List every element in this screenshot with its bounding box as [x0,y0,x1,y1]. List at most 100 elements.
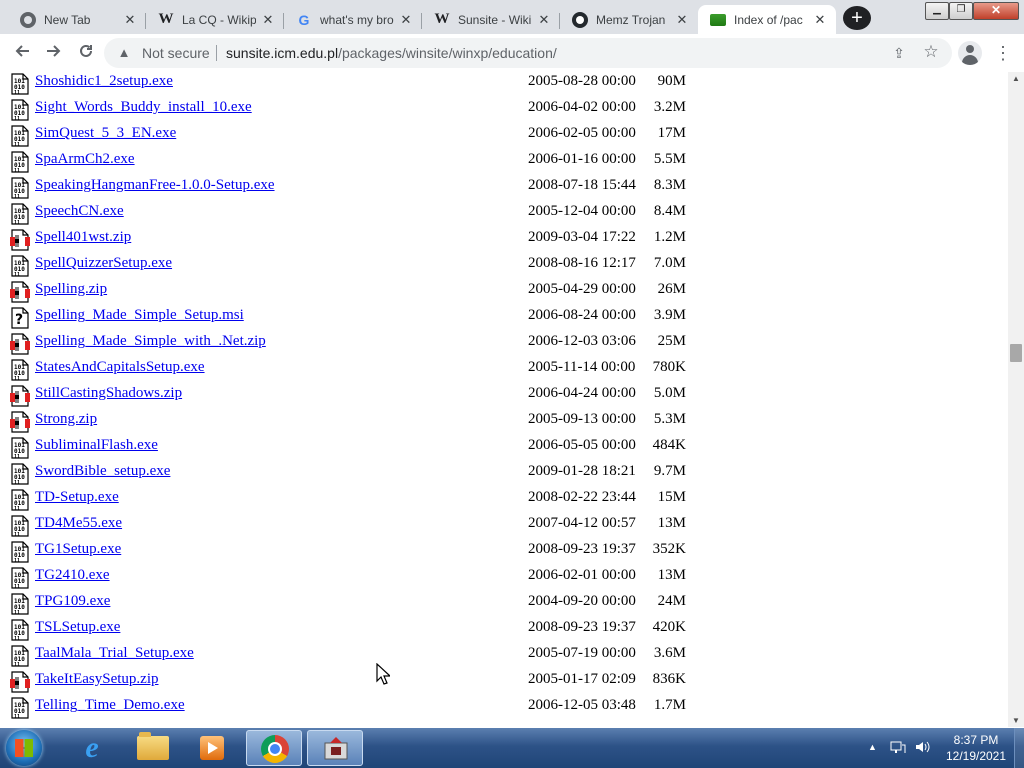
file-date: 2006-04-02 00:00 [528,99,636,115]
taskbar-file-explorer[interactable] [125,730,181,766]
bookmark-star-icon[interactable]: ☆ [922,43,940,61]
application-icon [324,737,348,760]
tab-1[interactable]: W La CQ - Wikip ✕ [146,5,284,34]
vertical-scrollbar[interactable]: ▲ ▼ [1008,72,1024,727]
file-link[interactable]: SwordBible_setup.exe [35,463,170,480]
file-link[interactable]: TPG109.exe [35,593,110,610]
wikipedia-icon: W [158,11,174,27]
file-size: 5.5M [653,151,686,167]
tab-close-icon[interactable]: ✕ [122,12,138,28]
file-link[interactable]: TD-Setup.exe [35,489,119,506]
reload-button[interactable] [74,41,98,65]
svg-text:11: 11 [14,376,20,381]
file-link[interactable]: TG1Setup.exe [35,541,121,558]
file-link[interactable]: Spelling.zip [35,281,107,298]
svg-text:11: 11 [14,636,20,641]
file-link[interactable]: Spelling_Made_Simple_Setup.msi [35,307,244,324]
file-link[interactable]: StillCastingShadows.zip [35,385,182,402]
file-size: 24M [657,593,686,609]
taskbar-chrome[interactable] [246,730,302,766]
forward-button[interactable] [42,41,66,65]
file-link[interactable]: SpaArmCh2.exe [35,151,135,168]
security-label[interactable]: Not secure [142,45,210,61]
file-link[interactable]: Sight_Words_Buddy_install_10.exe [35,99,252,116]
file-link[interactable]: TaalMala_Trial_Setup.exe [35,645,194,662]
svg-text:11: 11 [14,610,20,615]
address-bar[interactable]: ▲ Not secure sunsite.icm.edu.pl/packages… [104,38,952,68]
share-icon[interactable]: ⇪ [890,44,908,62]
file-link[interactable]: TakeItEasySetup.zip [35,671,159,688]
tab-2[interactable]: Gwhat's my bro ✕ [284,5,422,34]
forward-arrow-icon [47,45,61,57]
file-date: 2006-04-24 00:00 [528,385,636,401]
minimize-button[interactable]: ▁ [925,2,949,20]
binary-file-icon: 10101011 [11,489,29,511]
file-row: 101 010 11 Sight_Words_Buddy_install_10.exe… [0,96,1008,122]
file-link[interactable]: StatesAndCapitalsSetup.exe [35,359,205,376]
taskbar-internet-explorer[interactable]: e [64,730,120,766]
svg-text:?: ? [15,312,23,328]
tab-5[interactable]: Index of /pac ✕ [698,5,836,34]
file-link[interactable]: Spelling_Made_Simple_with_.Net.zip [35,333,266,350]
file-link[interactable]: SpeakingHangmanFree-1.0.0-Setup.exe [35,177,275,194]
close-window-button[interactable]: ✕ [973,2,1019,20]
file-size: 15M [657,489,686,505]
scroll-down-arrow-icon[interactable]: ▼ [1012,716,1020,725]
tab-close-icon[interactable]: ✕ [536,12,552,28]
file-size: 3.2M [653,99,686,115]
warning-icon[interactable]: ▲ [116,45,132,61]
profile-icon[interactable] [958,41,982,65]
tab-close-icon[interactable]: ✕ [260,12,276,28]
file-date: 2006-01-16 00:00 [528,151,636,167]
file-row: 101 010 11 SpeechCN.exe 2005-12-04 00:00 8.4M [0,200,1008,226]
file-link[interactable]: Telling_Time_Demo.exe [35,697,185,714]
file-link[interactable]: Shoshidic1_2setup.exe [35,73,173,90]
taskbar-media-player[interactable] [184,730,240,766]
tab-title: New Tab [44,12,91,27]
start-button[interactable] [6,730,42,766]
file-link[interactable]: SpeechCN.exe [35,203,124,220]
taskbar-application[interactable] [307,730,363,766]
maximize-button[interactable]: ❐ [949,2,973,20]
file-link[interactable]: TD4Me55.exe [35,515,122,532]
binary-file-icon: 10101011 [11,645,29,667]
back-button[interactable] [10,41,34,65]
system-clock[interactable]: 8:37 PM 12/19/2021 [940,732,1012,764]
volume-icon[interactable] [914,739,930,755]
file-row: 101 010 11 TSLSetup.exe 2008-09-23 19:37 420K [0,616,1008,642]
network-icon[interactable] [890,739,906,755]
tab-4[interactable]: Memz Trojan ✕ [560,5,698,34]
binary-file-icon: 10101011 [11,619,29,641]
url-text[interactable]: sunsite.icm.edu.pl/packages/winsite/winx… [226,45,557,61]
file-row: StillCastingShadows.zip 2006-04-24 00:00 5… [0,382,1008,408]
file-date: 2008-09-23 19:37 [528,619,636,635]
scroll-thumb[interactable] [1010,344,1022,362]
url-path: /packages/winsite/winxp/education/ [338,45,557,61]
file-link[interactable]: SimQuest_5_3_EN.exe [35,125,176,142]
file-link[interactable]: TSLSetup.exe [35,619,120,636]
file-row: 101 010 11 SubliminalFlash.exe 2006-05-05 00… [0,434,1008,460]
show-desktop-button[interactable] [1014,728,1024,768]
file-link[interactable]: TG2410.exe [35,567,110,584]
tab-close-icon[interactable]: ✕ [398,12,414,28]
file-link[interactable]: SpellQuizzerSetup.exe [35,255,172,272]
tab-close-icon[interactable]: ✕ [812,12,828,28]
file-row: 101 010 11 SpaArmCh2.exe 2006-01-16 00:00 5.5… [0,148,1008,174]
file-link[interactable]: SubliminalFlash.exe [35,437,158,454]
menu-icon[interactable]: ⋮ [994,41,1012,65]
file-date: 2006-12-03 03:06 [528,333,636,349]
tab-close-icon[interactable]: ✕ [674,12,690,28]
file-size: 7.0M [653,255,686,271]
file-link[interactable]: Strong.zip [35,411,97,428]
new-tab-button[interactable]: + [843,6,871,30]
taskbar: e ▲ 8:37 PM 12/19/2021 [0,728,1024,768]
scroll-up-arrow-icon[interactable]: ▲ [1012,74,1020,83]
file-size: 17M [657,125,686,141]
clock-time: 8:37 PM [953,733,999,747]
show-hidden-icons-icon[interactable]: ▲ [868,742,877,752]
tab-3[interactable]: W Sunsite - Wiki ✕ [422,5,560,34]
binary-file-icon: 10101011 [11,463,29,485]
file-link[interactable]: Spell401wst.zip [35,229,131,246]
tab-0[interactable]: New Tab ✕ [8,5,146,34]
binary-file-icon: 10101011 [11,437,29,459]
